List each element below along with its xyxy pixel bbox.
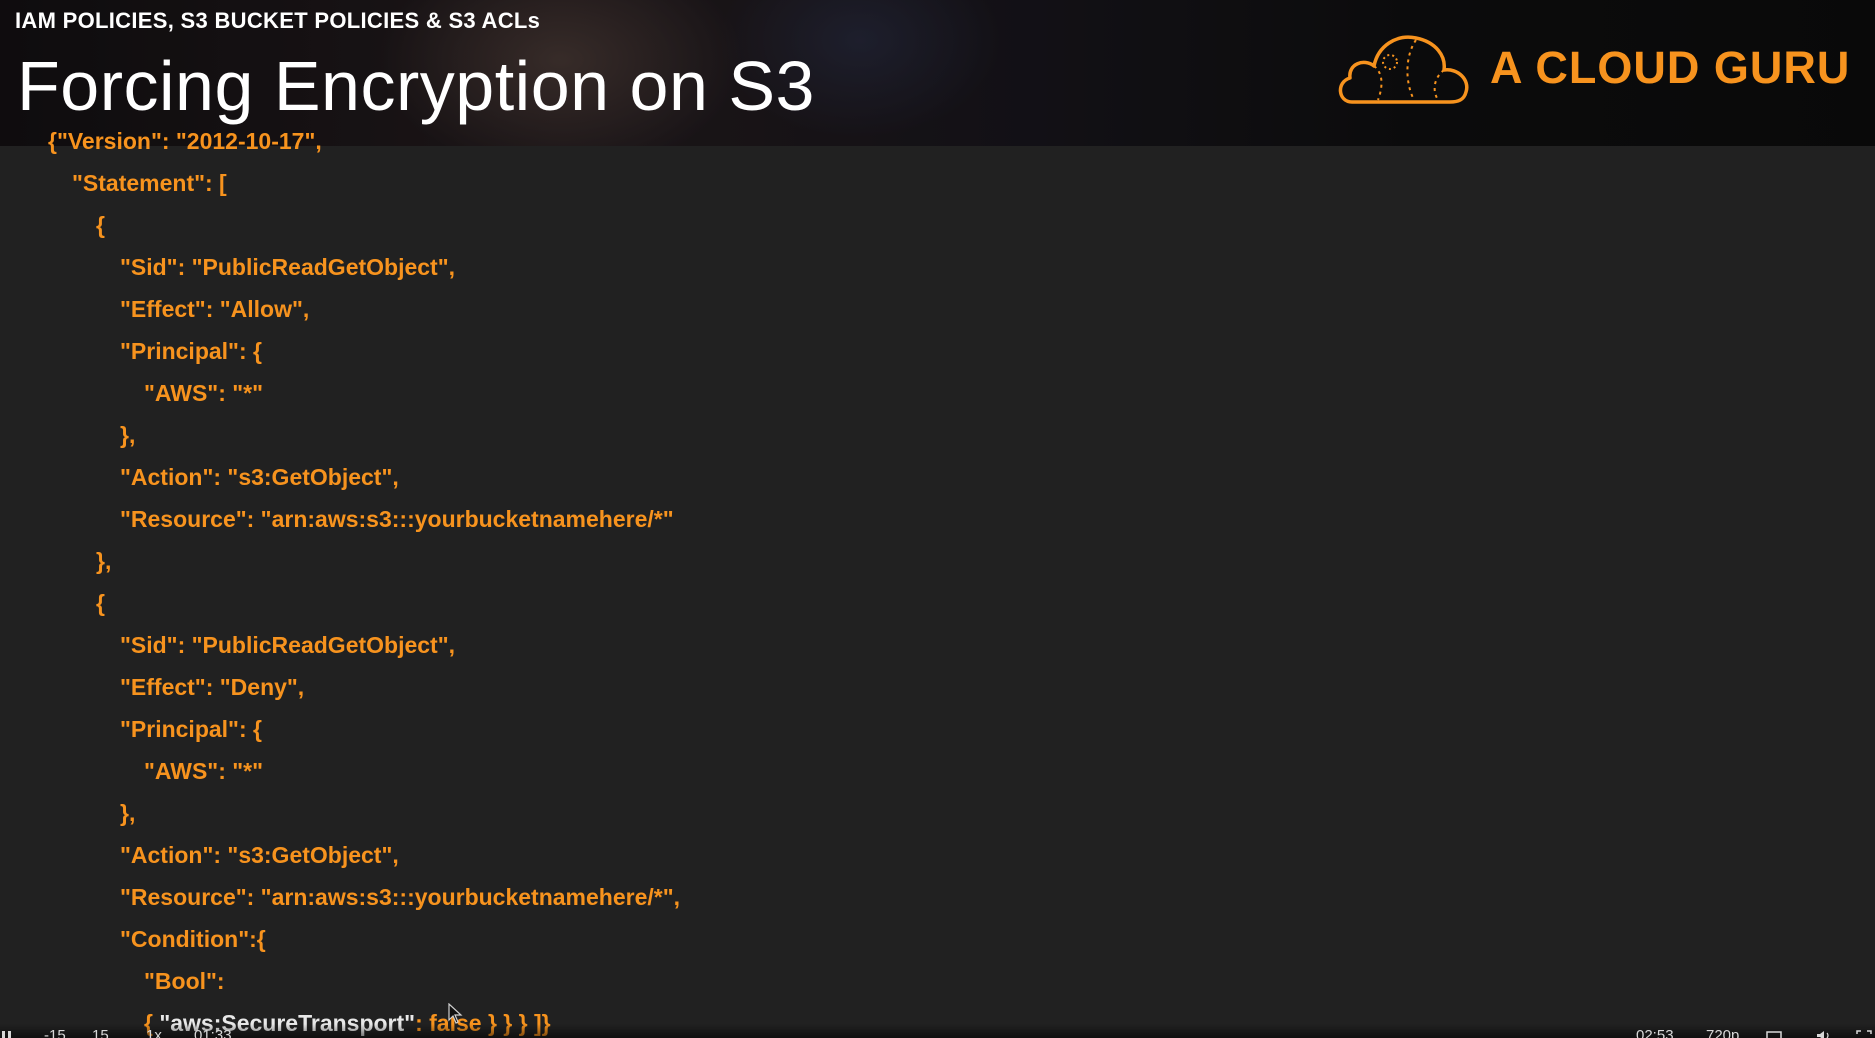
code-line: "Bool":	[144, 968, 225, 994]
code-line: },	[120, 422, 136, 448]
forward-button[interactable]: 15	[92, 1028, 109, 1038]
rewind-button[interactable]: -15	[44, 1028, 66, 1038]
code-line: "Principal": {	[120, 716, 262, 742]
mouse-pointer-icon	[448, 1003, 463, 1024]
code-line: {	[96, 212, 105, 238]
code-line: "Effect": "Deny",	[120, 674, 305, 700]
fullscreen-icon[interactable]	[1856, 1030, 1872, 1038]
section-label: IAM POLICIES, S3 BUCKET POLICIES & S3 AC…	[15, 8, 541, 33]
code-line: "Resource": "arn:aws:s3:::yourbucketname…	[120, 884, 681, 910]
quality-button[interactable]: 720p	[1706, 1028, 1739, 1038]
code-line: },	[120, 800, 136, 826]
code-line: },	[96, 548, 112, 574]
remaining-time: 02:53	[1636, 1027, 1674, 1038]
volume-icon[interactable]	[1816, 1030, 1832, 1038]
video-frame[interactable]: IAM POLICIES, S3 BUCKET POLICIES & S3 AC…	[0, 0, 1875, 1038]
slide-title: Forcing Encryption on S3	[17, 47, 815, 125]
captions-icon[interactable]	[1766, 1030, 1782, 1038]
code-line: "AWS": "*"	[144, 758, 264, 784]
code-line: {	[96, 590, 105, 616]
code-line: "Sid": "PublicReadGetObject",	[120, 254, 456, 280]
elapsed-time: 01:33	[194, 1027, 232, 1038]
code-line: "Sid": "PublicReadGetObject",	[120, 632, 456, 658]
code-line: "Action": "s3:GetObject",	[120, 842, 399, 868]
code-line: "Condition":{	[120, 926, 266, 952]
code-line: "Resource": "arn:aws:s3:::yourbucketname…	[120, 506, 674, 532]
play-pause-icon[interactable]	[0, 1030, 16, 1038]
code-line: "Effect": "Allow",	[120, 296, 310, 322]
cloud-logo-icon	[1338, 35, 1469, 104]
code-line: "Statement": [	[72, 170, 227, 196]
brand-name: A CLOUD GURU	[1490, 42, 1851, 93]
brand-logo: A CLOUD GURU	[1334, 24, 1854, 108]
code-line: "AWS": "*"	[144, 380, 264, 406]
code-line: "Principal": {	[120, 338, 262, 364]
speed-button[interactable]: 1x	[146, 1028, 162, 1038]
code-line: {"Version": "2012-10-17",	[48, 128, 322, 154]
code-line: "Action": "s3:GetObject",	[120, 464, 399, 490]
player-control-bar	[0, 1024, 1875, 1038]
